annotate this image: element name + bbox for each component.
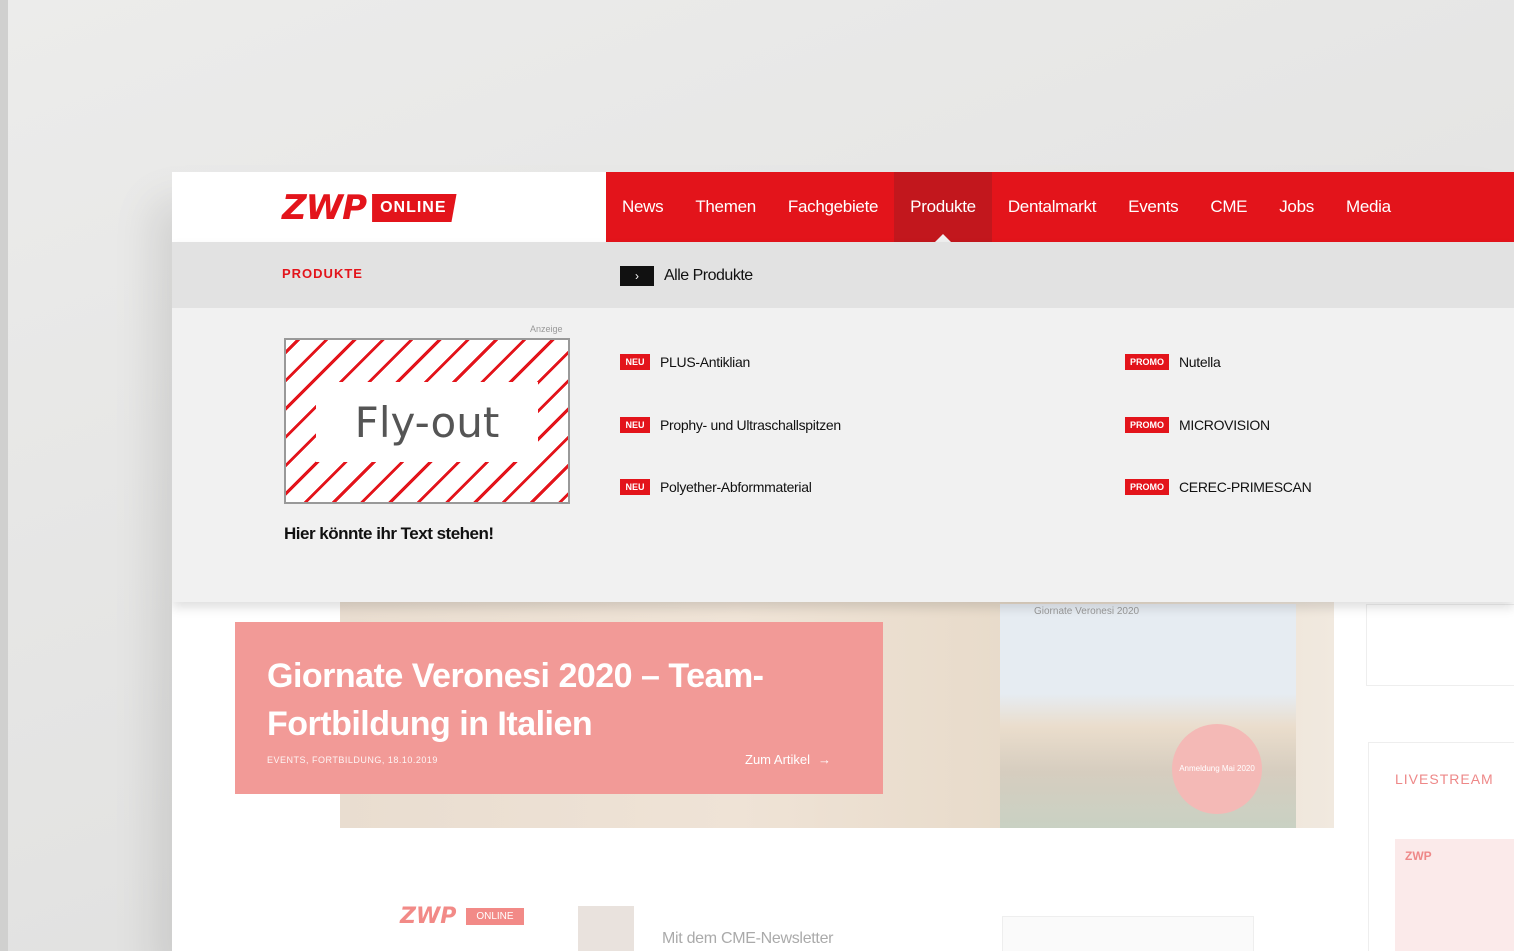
nav-cme[interactable]: CME [1194, 172, 1263, 242]
hero-meta: EVENTS, FORTBILDUNG, 18.10.2019 [267, 755, 438, 765]
product-label: CEREC-PRIMESCAN [1179, 479, 1312, 495]
product-item[interactable]: NEU Prophy- und Ultraschallspitzen [620, 417, 841, 433]
product-item[interactable]: PROMO Nutella [1125, 354, 1221, 370]
ad-text: Fly-out [354, 397, 500, 447]
hero-circle-badge: Anmeldung Mai 2020 [1172, 724, 1262, 814]
newsletter-portrait [578, 906, 634, 951]
promo-badge: PROMO [1125, 479, 1169, 495]
new-badge: NEU [620, 417, 650, 433]
flyout-header-bar [172, 242, 1514, 308]
product-label: Polyether-Abformmaterial [660, 479, 812, 495]
logo-wordmark: ZWP [282, 188, 367, 228]
main-nav: News Themen Fachgebiete Produkte Dentalm… [606, 172, 1514, 242]
logo-badge: ONLINE [372, 194, 457, 222]
sidebar-livestream: LIVESTREAM ZWP [1368, 742, 1514, 951]
product-item[interactable]: PROMO MICROVISION [1125, 417, 1270, 433]
flyout-ad[interactable]: Fly-out [284, 338, 570, 504]
nav-themen[interactable]: Themen [679, 172, 772, 242]
new-badge: NEU [620, 479, 650, 495]
newsletter-banner-logo: ZWP ONLINE [400, 904, 524, 929]
nav-fachgebiete[interactable]: Fachgebiete [772, 172, 894, 242]
chevron-right-icon: › [620, 266, 654, 286]
product-label: Prophy- und Ultraschallspitzen [660, 417, 841, 433]
promo-badge: PROMO [1125, 417, 1169, 433]
product-item[interactable]: NEU PLUS-Antiklian [620, 354, 750, 370]
product-label: Nutella [1179, 354, 1221, 370]
website-mockup: ZWP ONLINE News Themen Fachgebiete Produ… [172, 172, 1514, 951]
background-edge [0, 0, 8, 951]
newsletter-preview [1002, 916, 1254, 951]
sidebar-card-logo: ZWP [1405, 849, 1432, 863]
sidebar-card[interactable]: ZWP [1395, 839, 1514, 951]
all-products-label: Alle Produkte [664, 267, 753, 284]
flyout-title: PRODUKTE [282, 266, 363, 281]
arrow-right-icon: → [818, 752, 832, 767]
nav-dentalmarkt[interactable]: Dentalmarkt [992, 172, 1112, 242]
nav-news[interactable]: News [606, 172, 679, 242]
hero-teaser[interactable]: Giornate Veronesi 2020 – Team-Fortbildun… [235, 622, 883, 794]
hero-title[interactable]: Giornate Veronesi 2020 – Team-Fortbildun… [267, 652, 827, 748]
nav-media[interactable]: Media [1330, 172, 1407, 242]
sidebar-thumbnail[interactable] [1366, 604, 1514, 686]
new-badge: NEU [620, 354, 650, 370]
products-flyout: PRODUKTE › Alle Produkte Anzeige Fly-out… [172, 242, 1514, 602]
sidebar-title[interactable]: LIVESTREAM [1395, 771, 1494, 787]
ad-inner: Fly-out [316, 382, 538, 462]
hero-circle-text: Anmeldung Mai 2020 [1179, 764, 1255, 773]
hero-read-more-link[interactable]: Zum Artikel → [745, 752, 831, 767]
ad-caption[interactable]: Hier könnte ihr Text stehen! [284, 524, 494, 544]
newsletter-chip: ONLINE [466, 908, 524, 925]
nav-produkte[interactable]: Produkte [894, 172, 992, 242]
product-label: MICROVISION [1179, 417, 1270, 433]
newsletter-text[interactable]: Mit dem CME-Newsletter [662, 930, 834, 948]
promo-badge: PROMO [1125, 354, 1169, 370]
product-item[interactable]: PROMO CEREC-PRIMESCAN [1125, 479, 1312, 495]
site-header: ZWP ONLINE News Themen Fachgebiete Produ… [172, 172, 1514, 242]
nav-jobs[interactable]: Jobs [1263, 172, 1330, 242]
ad-label: Anzeige [530, 324, 563, 334]
hero-read-more-label: Zum Artikel [745, 752, 811, 767]
newsletter-logo: ZWP [400, 904, 457, 929]
product-label: PLUS-Antiklian [660, 354, 750, 370]
nav-events[interactable]: Events [1112, 172, 1194, 242]
hero-photo-label: Giornate Veronesi 2020 [1034, 606, 1140, 617]
all-products-link[interactable]: › Alle Produkte [620, 266, 753, 286]
zwp-logo[interactable]: ZWP ONLINE [282, 188, 457, 228]
product-item[interactable]: NEU Polyether-Abformmaterial [620, 479, 812, 495]
